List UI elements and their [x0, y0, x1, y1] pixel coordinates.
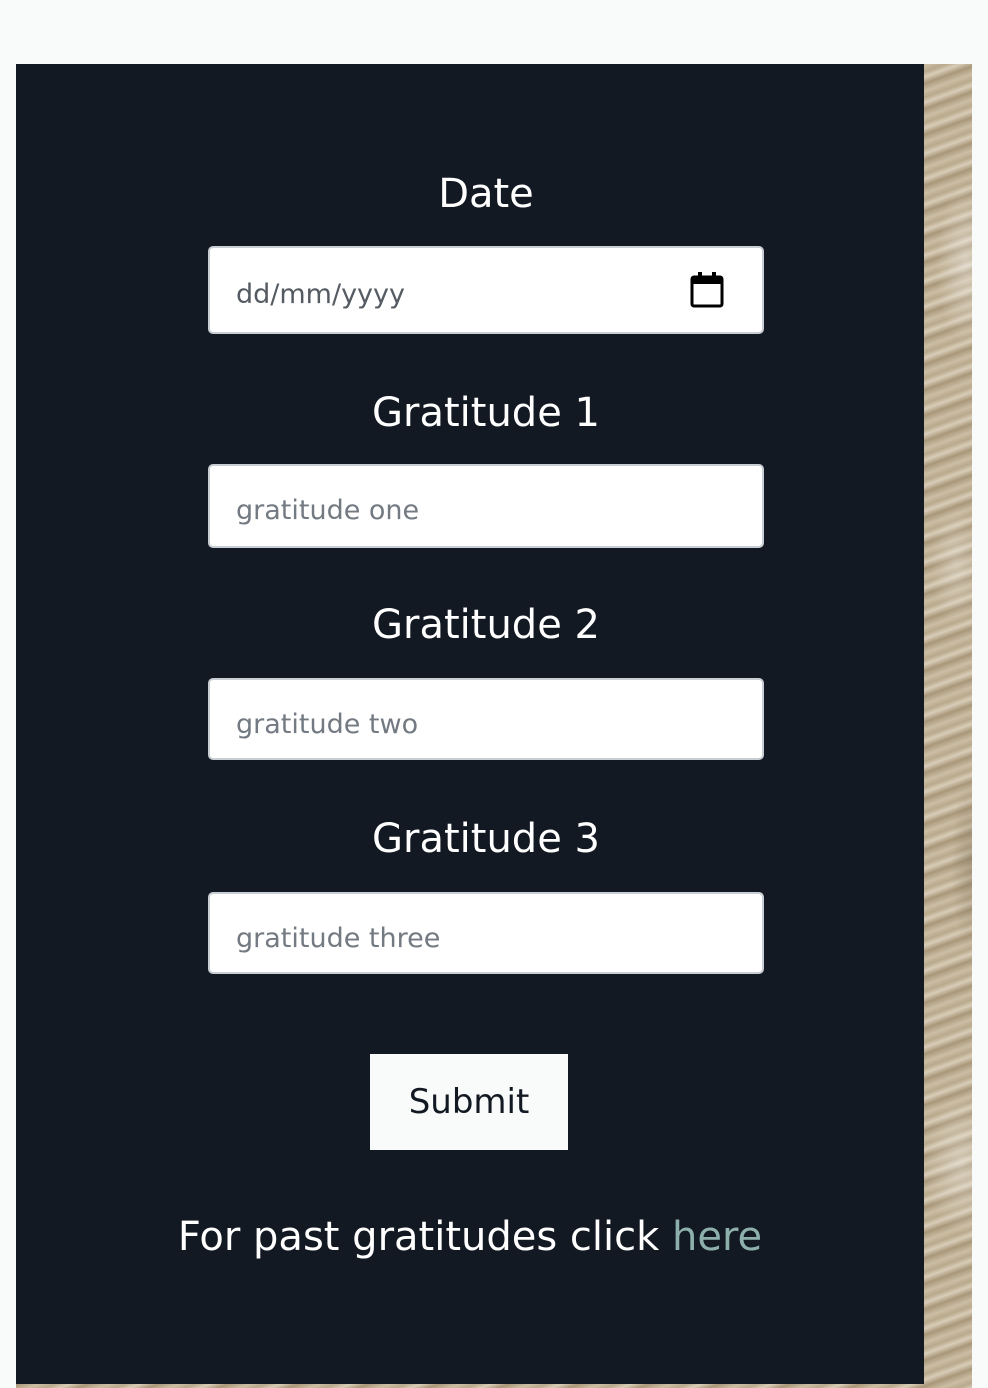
page: Date dd/mm/yyyy Gratitude 1 gratitude on…: [0, 0, 988, 1388]
date-label: Date: [438, 171, 534, 217]
calendar-icon[interactable]: [690, 272, 724, 308]
gratitude-form-panel: Date dd/mm/yyyy Gratitude 1 gratitude on…: [16, 64, 924, 1384]
gratitude-3-placeholder: gratitude three: [236, 923, 441, 954]
gratitude-1-label: Gratitude 1: [372, 390, 600, 436]
past-gratitudes-link[interactable]: here: [672, 1214, 762, 1260]
date-input[interactable]: dd/mm/yyyy: [208, 246, 764, 334]
gratitude-2-input[interactable]: gratitude two: [208, 678, 764, 760]
date-placeholder: dd/mm/yyyy: [236, 279, 405, 310]
gratitude-1-input[interactable]: gratitude one: [208, 464, 764, 548]
past-gratitudes-prefix: For past gratitudes click: [177, 1214, 673, 1260]
submit-button[interactable]: Submit: [370, 1054, 568, 1150]
gratitude-1-placeholder: gratitude one: [236, 495, 420, 526]
past-gratitudes-text: For past gratitudes click here: [16, 1212, 924, 1262]
gratitude-3-input[interactable]: gratitude three: [208, 892, 764, 974]
gratitude-2-placeholder: gratitude two: [236, 709, 419, 740]
gratitude-3-label: Gratitude 3: [372, 816, 600, 862]
gratitude-2-label: Gratitude 2: [372, 602, 600, 648]
